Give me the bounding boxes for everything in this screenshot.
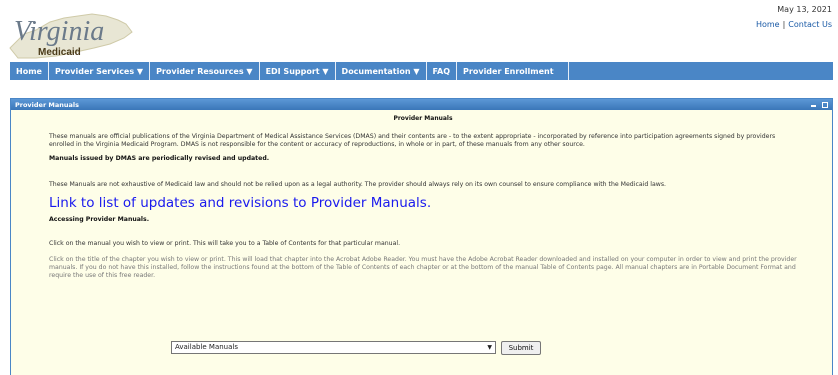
logo-title: Virginia: [14, 16, 104, 47]
updates-link[interactable]: Link to list of updates and revisions to…: [49, 195, 797, 211]
home-link[interactable]: Home: [756, 20, 780, 29]
main-nav: Home Provider Services ▼ Provider Resour…: [10, 62, 833, 80]
virginia-medicaid-logo[interactable]: Virginia Medicaid: [6, 4, 141, 62]
revision-note: Manuals issued by DMAS are periodically …: [49, 155, 270, 162]
maximize-icon[interactable]: [822, 101, 828, 108]
instructions-paragraph: Click on the manual you wish to view or …: [49, 240, 401, 247]
chevron-down-icon: ▼: [487, 344, 492, 351]
nav-documentation[interactable]: Documentation ▼: [336, 62, 427, 80]
nav-provider-services[interactable]: Provider Services ▼: [49, 62, 151, 80]
submit-button[interactable]: Submit: [501, 341, 541, 355]
panel-title: Provider Manuals: [15, 100, 80, 109]
intro-paragraph: These manuals are official publications …: [49, 133, 776, 148]
nav-faq[interactable]: FAQ: [427, 62, 458, 80]
content-heading: Provider Manuals: [393, 115, 453, 122]
nav-provider-enrollment[interactable]: Provider Enrollment: [457, 62, 569, 80]
select-value: Available Manuals: [175, 343, 238, 351]
panel-content: Provider Manuals These manuals are offic…: [49, 115, 797, 280]
available-manuals-select[interactable]: Available Manuals ▼: [171, 341, 496, 354]
logo-graphic: Virginia Medicaid: [9, 13, 133, 59]
provider-manuals-panel: Provider Manuals Provider Manuals These …: [10, 98, 833, 375]
disclaimer-paragraph: These Manuals are not exhaustive of Medi…: [49, 181, 667, 188]
top-links: Home | Contact Us: [756, 20, 832, 29]
contact-us-link[interactable]: Contact Us: [788, 20, 832, 29]
nav-home[interactable]: Home: [10, 62, 49, 80]
nav-edi-support[interactable]: EDI Support ▼: [260, 62, 336, 80]
panel-controls: [811, 99, 828, 110]
panel-header: Provider Manuals: [11, 99, 832, 110]
minimize-icon[interactable]: [811, 105, 816, 107]
link-separator: |: [782, 20, 786, 29]
accessing-heading: Accessing Provider Manuals.: [49, 216, 150, 223]
reader-instructions-paragraph: Click on the title of the chapter you wi…: [49, 256, 797, 279]
current-date: May 13, 2021: [777, 5, 832, 14]
nav-provider-resources[interactable]: Provider Resources ▼: [150, 62, 260, 80]
logo-subtitle: Medicaid: [38, 47, 81, 58]
